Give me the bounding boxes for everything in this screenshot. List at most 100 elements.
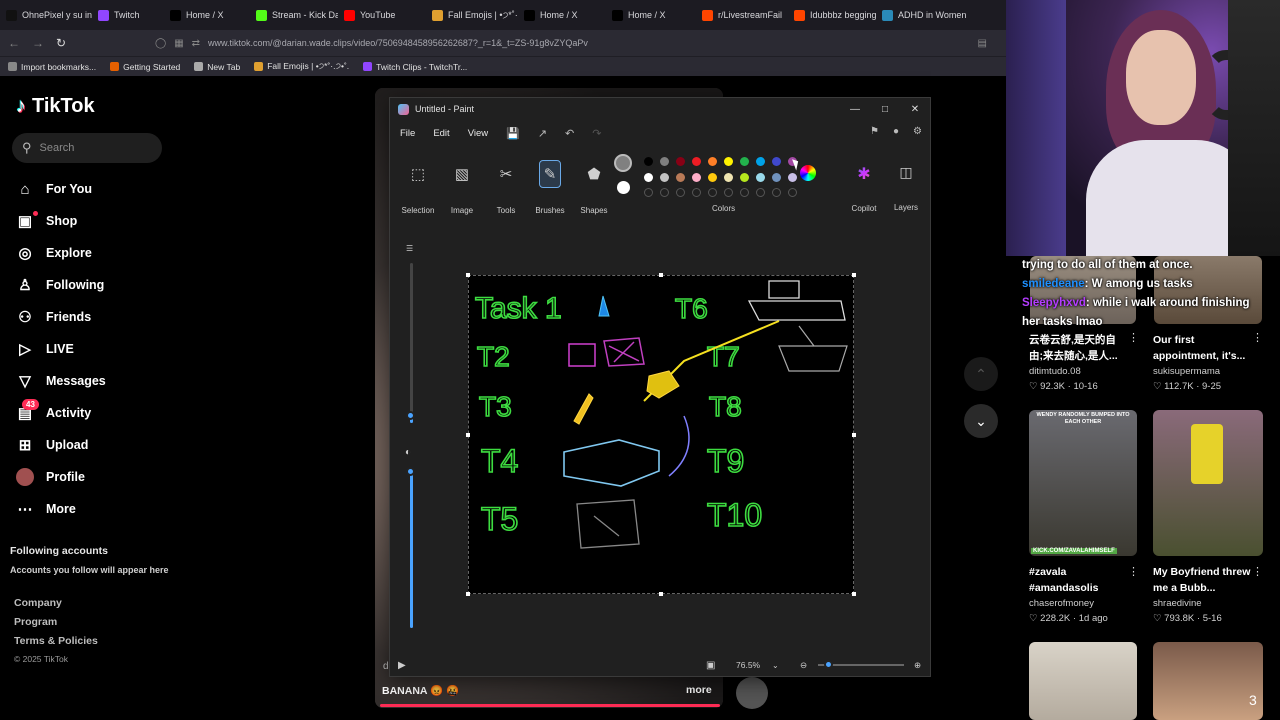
brush-size-slider[interactable] [410,263,413,423]
browser-tab[interactable]: OhnePixel y su in [0,0,92,30]
bookmark-item[interactable]: Import bookmarks... [8,62,96,72]
color-swatch[interactable] [692,173,701,182]
color-swatch[interactable] [708,157,717,166]
browser-tab[interactable]: r/LivestreamFail [696,0,788,30]
bookmark-item[interactable]: Getting Started [110,62,180,72]
bookmark-item[interactable]: Twitch Clips - TwitchTr... [363,62,467,72]
save-icon[interactable]: 💾 [506,127,520,140]
zoom-dropdown-icon[interactable]: ⌄ [772,661,779,670]
ribbon-shapes[interactable]: ⬟ Shapes [572,148,616,215]
color-swatch[interactable] [676,157,685,166]
nav-item-upload[interactable]: ⊞ Upload [16,429,216,461]
color-swatch[interactable] [740,157,749,166]
shield-icon[interactable]: ◯ [155,38,166,49]
permissions-icon[interactable]: ⇄ [192,38,200,49]
tiktok-logo[interactable]: ♪ TikTok [16,95,95,118]
color-swatch[interactable] [708,173,717,182]
prev-video-button[interactable]: ⌃ [964,357,998,391]
feedback-icon[interactable]: ⚑ [870,126,879,137]
color-swatch[interactable] [724,157,733,166]
color-swatch[interactable] [772,157,781,166]
color-swatch[interactable] [788,173,797,182]
nav-item-explore[interactable]: ◎ Explore [16,237,216,269]
video-author[interactable]: ditimtudo.08 [1029,366,1081,377]
nav-item-for-you[interactable]: ⌂ For You [16,173,216,205]
bookmark-item[interactable]: Fall Emojis | •੭*˚·.੭•˚. [254,61,349,72]
color-swatch[interactable] [644,173,653,182]
redo-icon[interactable]: ↷ [592,127,601,140]
zoom-slider-knob[interactable] [824,660,833,669]
color-swatch[interactable] [644,157,653,166]
settings-gear-icon[interactable]: ⚙ [913,126,922,137]
resize-handle[interactable] [659,273,663,277]
video-thumbnail[interactable]: WENDY RANDOMLY BUMPED INTO EACH OTHER KI… [1029,410,1137,556]
creator-avatar[interactable] [736,677,768,709]
url-bar[interactable]: ◯ ▦ ⇄ www.tiktok.com/@darian.wade.clips/… [155,33,995,53]
next-video-button[interactable]: ⌄ [964,404,998,438]
menu-view[interactable]: View [468,128,488,139]
video-author[interactable]: sukisupermama [1153,366,1220,377]
resize-handle[interactable] [659,592,663,596]
color-swatch[interactable] [724,188,733,197]
nav-item-profile[interactable]: Profile [16,461,216,493]
nav-item-activity[interactable]: ▤ Activity 43 [16,397,216,429]
reader-view-icon[interactable]: ▤ [978,38,987,49]
resize-handle[interactable] [852,273,856,277]
resize-handle[interactable] [466,273,470,277]
close-icon[interactable]: ✕ [900,98,930,120]
color-swatch[interactable] [772,188,781,197]
edit-colors-icon[interactable] [800,165,816,181]
browser-tab[interactable]: Home / X [518,0,606,30]
copilot-button[interactable]: ✱ Copilot [848,164,880,213]
color-swatch[interactable] [676,173,685,182]
browser-tab[interactable]: ADHD in Women [876,0,966,30]
url-text[interactable]: www.tiktok.com/@darian.wade.clips/video/… [208,38,588,48]
bookmark-item[interactable]: New Tab [194,62,240,72]
opacity-knob[interactable] [406,467,415,476]
video-author[interactable]: shraedivine [1153,598,1202,609]
video-thumbnail[interactable] [1153,410,1263,556]
menu-edit[interactable]: Edit [433,128,449,139]
maximize-icon[interactable]: □ [870,98,900,120]
color-swatch[interactable] [756,157,765,166]
color-swatch[interactable] [724,173,733,182]
fit-to-window-icon[interactable]: ▣ [706,660,715,671]
ribbon-brushes[interactable]: ✎ Brushes [528,148,572,215]
secondary-color-swatch[interactable] [617,181,630,194]
resize-handle[interactable] [852,592,856,596]
color-swatch[interactable] [660,173,669,182]
color-swatch[interactable] [788,188,797,197]
primary-color-swatch[interactable] [614,154,632,172]
video-thumbnail[interactable] [1153,642,1263,720]
browser-tab[interactable]: Stream - Kick Dar [250,0,338,30]
nav-item-live[interactable]: ▷ LIVE [16,333,216,365]
undo-icon[interactable]: ↶ [565,127,574,140]
color-swatch[interactable] [692,188,701,197]
color-swatch[interactable] [660,188,669,197]
nav-item-messages[interactable]: ▽ Messages [16,365,216,397]
ribbon-selection[interactable]: ⬚ Selection [396,148,440,215]
search-input[interactable]: ⚲ Search [12,133,162,163]
layers-button[interactable]: ◫ Layers [890,164,922,212]
color-swatch[interactable] [692,157,701,166]
browser-tab[interactable]: Twitch [92,0,164,30]
resize-handle[interactable] [852,433,856,437]
browser-tab[interactable]: Idubbbz begging [788,0,876,30]
color-swatch[interactable] [756,188,765,197]
resize-handle[interactable] [466,433,470,437]
color-swatch[interactable] [740,188,749,197]
drawing-canvas[interactable]: Task 1 T2 T3 T4 T5 T6 T7 T8 T9 T10 [466,273,856,596]
reload-icon[interactable]: ↻ [56,36,66,50]
color-swatch[interactable] [644,188,653,197]
zoom-in-icon[interactable]: ⊕ [914,660,921,671]
color-swatch[interactable] [676,188,685,197]
footer-program[interactable]: Program [14,616,98,628]
zoom-out-icon[interactable]: ⊖ [800,660,807,671]
menu-file[interactable]: File [400,128,415,139]
color-swatch[interactable] [740,173,749,182]
paint-titlebar[interactable]: Untitled - Paint — □ ✕ [390,98,930,120]
footer-company[interactable]: Company [14,597,98,609]
nav-item-shop[interactable]: ▣ Shop [16,205,216,237]
back-icon[interactable]: ← [8,36,20,50]
nav-item-following[interactable]: ♙ Following [16,269,216,301]
